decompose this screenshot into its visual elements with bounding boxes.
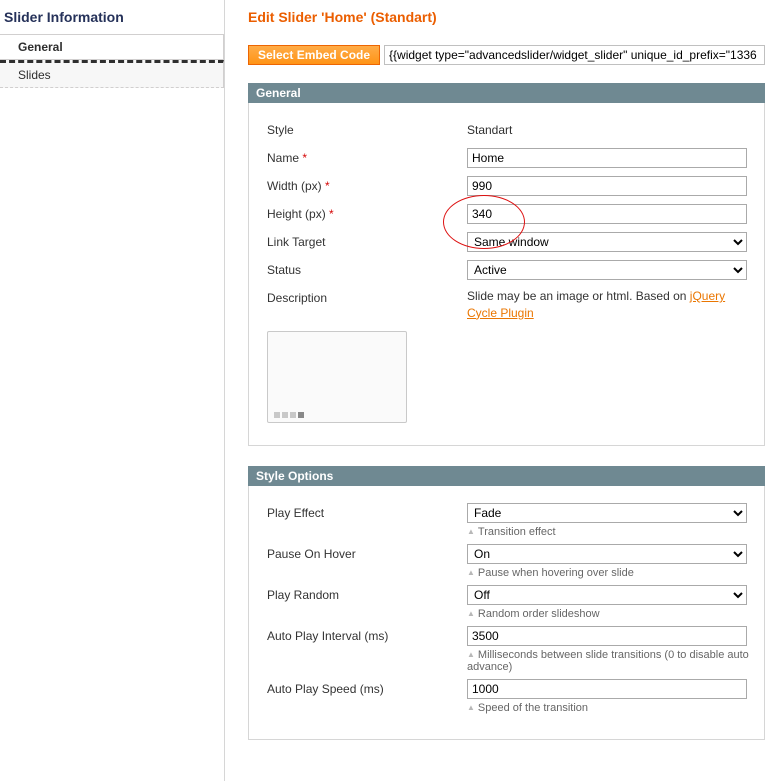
- sidebar-item-general[interactable]: General: [0, 35, 224, 60]
- page-title: Edit Slider 'Home' (Standart): [248, 0, 765, 39]
- play-random-select[interactable]: Off: [467, 585, 747, 605]
- row-name: Name *: [249, 145, 764, 173]
- note-pause-hover: Pause when hovering over slide: [467, 567, 754, 579]
- label-play-effect: Play Effect: [267, 503, 467, 520]
- required-marker: *: [302, 151, 307, 165]
- sidebar: Slider Information General Slides: [0, 0, 225, 781]
- description-textarea[interactable]: [267, 331, 407, 423]
- section-style-options: Style Options Play Effect Fade Transitio…: [248, 466, 765, 740]
- label-name: Name *: [267, 148, 467, 165]
- label-link-target: Link Target: [267, 232, 467, 249]
- row-height: Height (px) *: [249, 201, 764, 229]
- sidebar-item-slides[interactable]: Slides: [0, 60, 224, 88]
- autoplay-speed-input[interactable]: [467, 679, 747, 699]
- section-general-body: Style Standart Name * Width (px) * Heigh…: [248, 103, 765, 446]
- link-target-select[interactable]: Same window: [467, 232, 747, 252]
- label-autoplay-interval: Auto Play Interval (ms): [267, 626, 467, 643]
- label-description: Description: [267, 288, 467, 305]
- label-style: Style: [267, 120, 467, 137]
- section-style-options-heading: Style Options: [248, 466, 765, 486]
- note-autoplay-interval: Milliseconds between slide transitions (…: [467, 649, 754, 673]
- section-general-heading: General: [248, 83, 765, 103]
- section-general: General Style Standart Name * Width (px)…: [248, 83, 765, 446]
- name-input[interactable]: [467, 148, 747, 168]
- play-effect-select[interactable]: Fade: [467, 503, 747, 523]
- required-marker: *: [329, 207, 334, 221]
- description-text: Slide may be an image or html. Based on …: [467, 288, 764, 322]
- row-autoplay-speed: Auto Play Speed (ms) Speed of the transi…: [249, 676, 764, 717]
- row-width: Width (px) *: [249, 173, 764, 201]
- width-input[interactable]: [467, 176, 747, 196]
- label-pause-hover: Pause On Hover: [267, 544, 467, 561]
- label-width: Width (px) *: [267, 176, 467, 193]
- row-description: Description Slide may be an image or htm…: [249, 285, 764, 325]
- label-height: Height (px) *: [267, 204, 467, 221]
- embed-row: Select Embed Code: [248, 45, 765, 65]
- note-play-effect: Transition effect: [467, 526, 754, 538]
- label-play-random: Play Random: [267, 585, 467, 602]
- row-play-random: Play Random Off Random order slideshow: [249, 582, 764, 623]
- status-select[interactable]: Active: [467, 260, 747, 280]
- label-autoplay-speed: Auto Play Speed (ms): [267, 679, 467, 696]
- row-style: Style Standart: [249, 117, 764, 145]
- autoplay-interval-input[interactable]: [467, 626, 747, 646]
- sidebar-title: Slider Information: [0, 0, 224, 34]
- row-pause-hover: Pause On Hover On Pause when hovering ov…: [249, 541, 764, 582]
- sidebar-nav: General Slides: [0, 34, 224, 88]
- resize-grip-icon: [274, 412, 304, 418]
- note-play-random: Random order slideshow: [467, 608, 754, 620]
- note-autoplay-speed: Speed of the transition: [467, 702, 754, 714]
- value-style: Standart: [467, 120, 512, 137]
- row-status: Status Active: [249, 257, 764, 285]
- row-autoplay-interval: Auto Play Interval (ms) Milliseconds bet…: [249, 623, 764, 676]
- pause-hover-select[interactable]: On: [467, 544, 747, 564]
- required-marker: *: [325, 179, 330, 193]
- embed-code-input[interactable]: [384, 45, 765, 65]
- select-embed-code-button[interactable]: Select Embed Code: [248, 45, 380, 65]
- label-status: Status: [267, 260, 467, 277]
- main-content: Edit Slider 'Home' (Standart) Select Emb…: [248, 0, 765, 760]
- row-link-target: Link Target Same window: [249, 229, 764, 257]
- row-play-effect: Play Effect Fade Transition effect: [249, 500, 764, 541]
- section-style-options-body: Play Effect Fade Transition effect Pause…: [248, 486, 765, 740]
- height-input[interactable]: [467, 204, 747, 224]
